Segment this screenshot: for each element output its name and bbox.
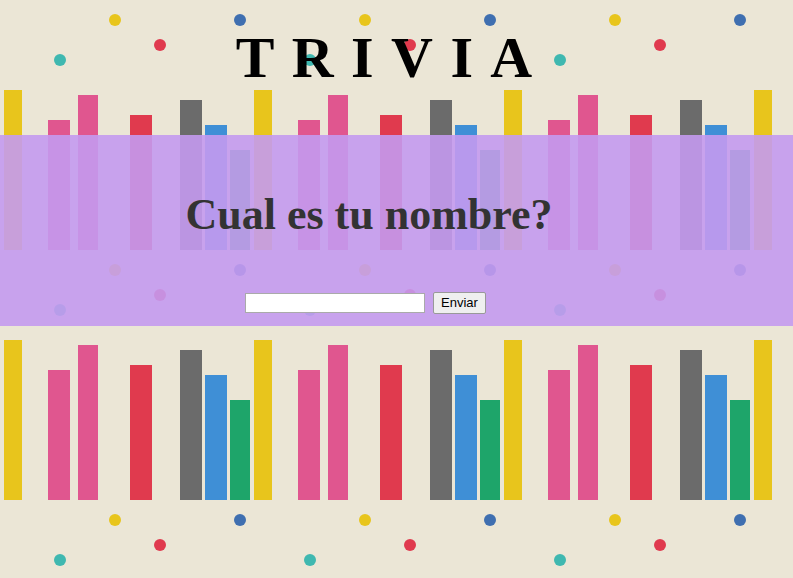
name-form: Enviar — [245, 292, 486, 314]
header: TRIVIA — [0, 0, 793, 135]
question-heading: Cual es tu nombre? — [185, 193, 552, 237]
page-title: TRIVIA — [218, 29, 549, 87]
submit-button[interactable]: Enviar — [433, 292, 486, 314]
page: TRIVIA Cual es tu nombre? Enviar — [0, 0, 793, 578]
name-input[interactable] — [245, 293, 425, 313]
content: TRIVIA Cual es tu nombre? Enviar — [0, 0, 793, 326]
question-band: Cual es tu nombre? Enviar — [0, 135, 793, 326]
